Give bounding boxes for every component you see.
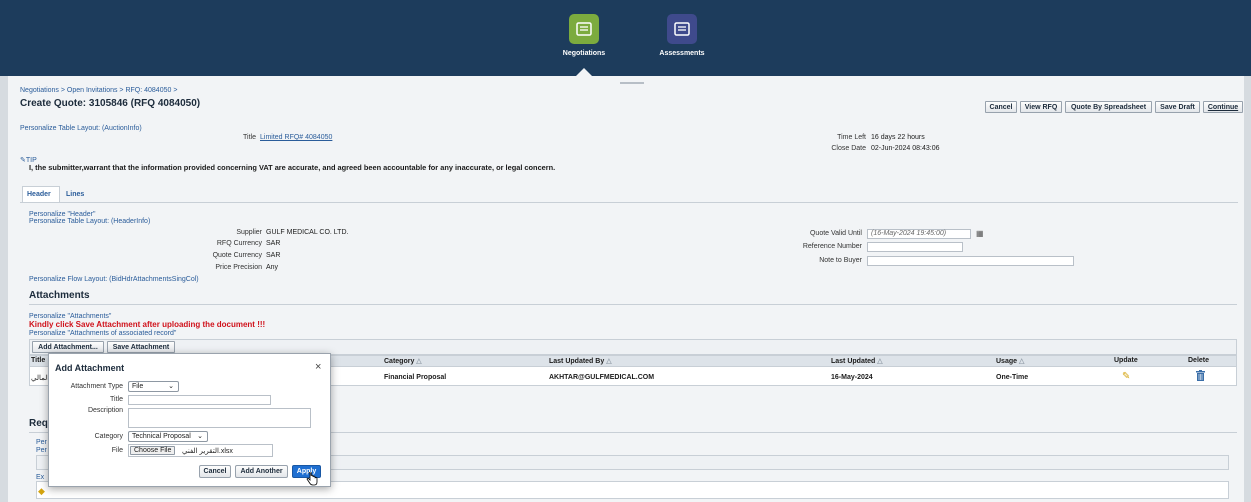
- attachments-divider: [29, 304, 1237, 305]
- sort-icon: △: [877, 358, 883, 365]
- col-usage[interactable]: Usage △: [996, 357, 1024, 365]
- title-field-label: Title: [110, 396, 123, 403]
- col-title[interactable]: Title: [31, 357, 45, 364]
- note-to-buyer-input[interactable]: [867, 256, 1074, 266]
- sort-icon: △: [416, 358, 422, 365]
- time-left-label: Time Left: [837, 134, 866, 141]
- close-date-label: Close Date: [831, 145, 866, 152]
- choose-file-button[interactable]: Choose File: [130, 446, 176, 455]
- row-last-updated: 16-May-2024: [831, 374, 873, 381]
- requirements-heading: Req: [29, 418, 48, 429]
- category-label: Category: [94, 433, 123, 440]
- personalize-table-header-link[interactable]: Personalize Table Layout: (HeaderInfo): [29, 218, 150, 225]
- view-rfq-button[interactable]: View RFQ: [1020, 101, 1062, 113]
- file-label: File: [111, 447, 123, 454]
- add-attachment-dialog: Add Attachment × Attachment Type File ⌄ T…: [48, 353, 331, 487]
- price-precision-value: Any: [266, 264, 279, 271]
- personalize-attachments-link[interactable]: Personalize "Attachments": [29, 313, 111, 320]
- partial-link-3[interactable]: Ex: [36, 474, 44, 481]
- nav-assessments[interactable]: Assessments: [642, 14, 722, 57]
- row-title[interactable]: المالي: [31, 374, 49, 382]
- assessments-icon: [667, 14, 697, 44]
- rfq-currency-value: SAR: [266, 240, 281, 247]
- reference-number-label: Reference Number: [802, 243, 862, 250]
- row-category: Financial Proposal: [384, 374, 447, 381]
- pencil-icon[interactable]: ✎: [1122, 371, 1130, 382]
- save-attachment-notice: Kindly click Save Attachment after uploa…: [29, 320, 266, 329]
- personalize-flow-link[interactable]: Personalize Flow Layout: (BidHdrAttachme…: [29, 276, 199, 283]
- partial-link-1[interactable]: Per: [36, 439, 47, 446]
- continue-button[interactable]: Continue: [1203, 101, 1243, 113]
- personalize-assoc-link[interactable]: Personalize "Attachments of associated r…: [29, 330, 176, 337]
- save-draft-button[interactable]: Save Draft: [1155, 101, 1200, 113]
- negotiations-icon: [569, 14, 599, 44]
- chevron-down-icon: ⌄: [168, 383, 174, 390]
- breadcrumb[interactable]: Negotiations > Open Invitations > RFQ: 4…: [20, 87, 177, 94]
- col-last-updated-by[interactable]: Last Updated By △: [549, 357, 612, 365]
- top-nav-bar: Negotiations Assessments: [0, 0, 1251, 76]
- type-label: Attachment Type: [70, 383, 123, 390]
- nav-negotiations-label: Negotiations: [562, 50, 606, 57]
- expand-icon[interactable]: ◆: [38, 486, 45, 497]
- time-left-value: 16 days 22 hours: [871, 134, 925, 141]
- tab-lines[interactable]: Lines: [66, 191, 84, 198]
- col-delete: Delete: [1188, 357, 1210, 364]
- calendar-icon[interactable]: ▦: [976, 229, 984, 238]
- chevron-down-icon: ⌄: [197, 433, 203, 440]
- rfq-currency-label: RFQ Currency: [216, 240, 262, 247]
- sort-icon: △: [1018, 358, 1025, 365]
- quote-currency-value: SAR: [266, 252, 281, 259]
- quote-by-spreadsheet-button[interactable]: Quote By Spreadsheet: [1065, 101, 1152, 113]
- supplier-label: Supplier: [236, 229, 262, 236]
- dialog-cancel-button[interactable]: Cancel: [199, 465, 231, 478]
- row-last-updated-by: AKHTAR@GULFMEDICAL.COM: [549, 374, 655, 381]
- collapse-grip[interactable]: [620, 82, 644, 84]
- description-textarea[interactable]: [128, 408, 311, 428]
- category-select[interactable]: Technical Proposal ⌄: [128, 431, 208, 442]
- note-to-buyer-label: Note to Buyer: [819, 257, 862, 264]
- attachments-heading: Attachments: [29, 290, 90, 301]
- col-last-updated[interactable]: Last Updated △: [831, 357, 883, 365]
- personalize-table-auction-link[interactable]: Personalize Table Layout: (AuctionInfo): [20, 125, 142, 132]
- close-icon[interactable]: ×: [315, 361, 321, 373]
- title-link[interactable]: Limited RFQ# 4084050: [260, 134, 332, 141]
- close-date-value: 02-Jun-2024 08:43:06: [871, 145, 940, 152]
- sort-icon: △: [606, 358, 612, 365]
- nav-negotiations[interactable]: Negotiations: [544, 14, 624, 57]
- tab-divider: [20, 202, 1238, 203]
- title-input[interactable]: [128, 395, 271, 405]
- quote-valid-label: Quote Valid Until: [809, 230, 862, 237]
- attachment-type-select[interactable]: File ⌄: [128, 381, 179, 392]
- price-precision-label: Price Precision: [215, 264, 262, 271]
- row-usage: One-Time: [996, 374, 1029, 381]
- col-update: Update: [1114, 357, 1138, 364]
- selected-file-name: التقرير الفني.xlsx: [182, 448, 233, 455]
- title-label: Title: [243, 134, 256, 141]
- description-label: Description: [87, 407, 123, 414]
- page-title: Create Quote: 3105846 (RFQ 4084050): [20, 98, 201, 109]
- reference-number-input[interactable]: [867, 242, 963, 252]
- add-another-button[interactable]: Add Another: [235, 465, 288, 478]
- tip-text: I, the submitter,warrant that the inform…: [29, 163, 556, 172]
- cancel-button[interactable]: Cancel: [985, 101, 1017, 113]
- active-nav-caret: [576, 68, 592, 76]
- add-attachment-button[interactable]: Add Attachment...: [32, 341, 104, 353]
- cursor-hand-icon: [306, 471, 318, 488]
- trash-icon[interactable]: [1196, 370, 1205, 383]
- col-category[interactable]: Category △: [384, 357, 422, 365]
- quote-valid-input[interactable]: (16-May-2024 19:45:00): [867, 229, 971, 239]
- tab-header-label[interactable]: Header: [27, 191, 51, 198]
- nav-assessments-label: Assessments: [659, 50, 705, 57]
- supplier-value: GULF MEDICAL CO. LTD.: [266, 229, 349, 236]
- save-attachment-button[interactable]: Save Attachment: [107, 341, 175, 353]
- quote-currency-label: Quote Currency: [212, 252, 262, 259]
- dialog-title: Add Attachment: [55, 363, 125, 373]
- personalize-header-link[interactable]: Personalize "Header": [29, 211, 95, 218]
